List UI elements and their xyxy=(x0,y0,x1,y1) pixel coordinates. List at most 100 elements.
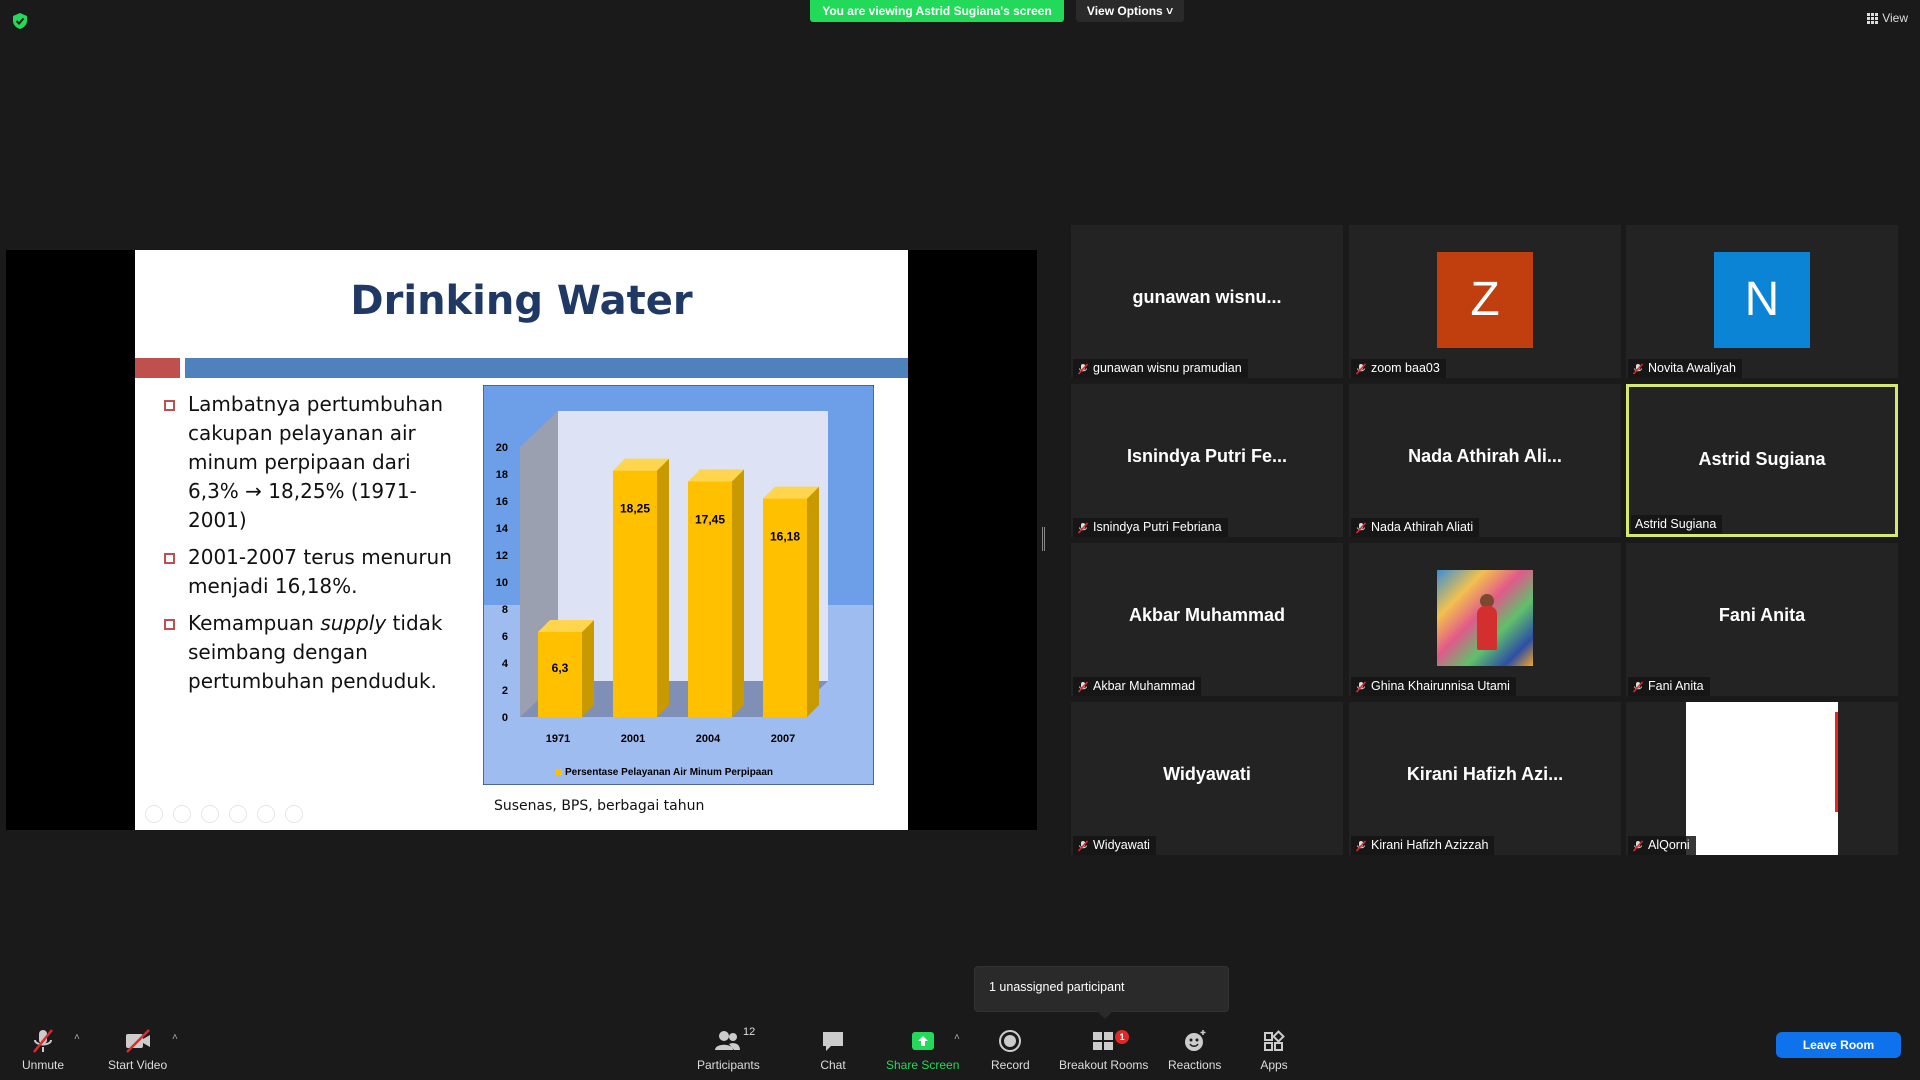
breakout-rooms-label: Breakout Rooms xyxy=(1059,1058,1149,1072)
apps-icon xyxy=(1264,1030,1285,1051)
participant-tile[interactable]: gunawan wisnu... gunawan wisnu pramudian xyxy=(1071,225,1343,378)
participant-name: AlQorni xyxy=(1648,838,1690,852)
participants-button[interactable]: 12 Participants xyxy=(697,1026,760,1072)
mic-muted-icon xyxy=(1077,362,1089,375)
reactions-label: Reactions xyxy=(1168,1058,1222,1072)
security-shield-icon[interactable] xyxy=(12,12,28,30)
participant-tile[interactable]: Ghina Khairunnisa Utami xyxy=(1349,543,1621,696)
panel-splitter[interactable] xyxy=(1042,527,1045,551)
chat-label: Chat xyxy=(820,1058,846,1072)
leave-room-button[interactable]: Leave Room xyxy=(1776,1032,1901,1058)
mic-muted-icon xyxy=(1077,680,1089,693)
participant-display-name: Isnindya Putri Fe... xyxy=(1126,446,1288,466)
participant-name-label: Nada Athirah Aliati xyxy=(1351,518,1480,537)
participant-name: Akbar Muhammad xyxy=(1093,679,1196,693)
more-icon[interactable] xyxy=(285,805,303,823)
mic-muted-icon xyxy=(1355,362,1367,375)
slide-accent-bar xyxy=(135,358,180,378)
participant-tile[interactable]: Zzoom baa03 xyxy=(1349,225,1621,378)
bullet-square-icon xyxy=(164,400,175,411)
participant-tile[interactable]: AlQorni xyxy=(1626,702,1898,855)
participant-name-label: Akbar Muhammad xyxy=(1073,677,1202,696)
participant-name-label: zoom baa03 xyxy=(1351,359,1446,378)
audio-options-caret[interactable]: ˄ xyxy=(74,1032,80,1043)
participant-name: Isnindya Putri Febriana xyxy=(1093,520,1222,534)
bar-chart: 0 2 4 6 8 10 12 14 16 18 20 6,3 1971 18,25 2001 17,45 20… xyxy=(483,385,874,785)
participant-avatar: N xyxy=(1714,252,1810,348)
mic-muted-icon xyxy=(1077,521,1089,534)
view-layout-button[interactable]: View xyxy=(1867,11,1908,25)
share-screen-icon xyxy=(911,1032,934,1050)
legend-swatch xyxy=(556,769,562,775)
apps-label: Apps xyxy=(1260,1058,1288,1072)
record-button[interactable]: Record xyxy=(991,1028,1030,1072)
participant-name: Astrid Sugiana xyxy=(1635,517,1717,531)
prev-slide-icon[interactable] xyxy=(145,805,163,823)
participant-display-name: Astrid Sugiana xyxy=(1698,449,1826,469)
mic-muted-icon xyxy=(1632,839,1644,852)
participant-display-name: Nada Athirah Ali... xyxy=(1408,446,1562,466)
participant-name: Nada Athirah Aliati xyxy=(1371,520,1474,534)
chat-button[interactable]: Chat xyxy=(818,1028,848,1072)
participant-tile[interactable]: Nada Athirah Ali... Nada Athirah Aliati xyxy=(1349,384,1621,537)
mic-muted-icon xyxy=(1632,362,1644,375)
bar-side xyxy=(807,486,819,717)
share-options-caret[interactable]: ˄ xyxy=(954,1032,960,1043)
participant-tile[interactable]: Akbar Muhammad Akbar Muhammad xyxy=(1071,543,1343,696)
unmute-label: Unmute xyxy=(22,1058,65,1072)
participant-name: Novita Awaliyah xyxy=(1648,361,1737,375)
data-label: 18,25 xyxy=(620,502,650,516)
y-tick-label: 12 xyxy=(496,550,508,562)
unmute-button[interactable]: Unmute xyxy=(22,1028,64,1072)
chat-icon xyxy=(823,1032,843,1051)
grid-icon xyxy=(1867,12,1879,24)
participant-tile[interactable]: Fani Anita Fani Anita xyxy=(1626,543,1898,696)
mic-muted-icon xyxy=(1355,839,1367,852)
video-options-caret[interactable]: ˄ xyxy=(172,1032,178,1043)
participant-tile[interactable]: N Novita Awaliyah xyxy=(1626,225,1898,378)
participant-avatar: Z xyxy=(1437,252,1533,348)
slide-bullet-list: Lambatnya pertumbuhan cakupan pelayanan … xyxy=(162,390,462,704)
mic-muted-icon xyxy=(1355,680,1367,693)
video-off-icon xyxy=(125,1029,150,1053)
next-slide-icon[interactable] xyxy=(173,805,191,823)
participant-name-label: Fani Anita xyxy=(1628,677,1710,696)
zoom-icon[interactable] xyxy=(257,805,275,823)
participant-tile[interactable]: Kirani Hafizh Azi... Kirani Hafizh Azizza… xyxy=(1349,702,1621,855)
x-tick-label: 2004 xyxy=(696,733,721,745)
y-tick-label: 14 xyxy=(496,523,509,535)
view-options-button[interactable]: View Options ˅ xyxy=(1076,0,1184,22)
data-label: 6,3 xyxy=(552,661,569,675)
breakout-rooms-button[interactable]: 1 Breakout Rooms xyxy=(1059,1028,1148,1072)
breakout-badge: 1 xyxy=(1115,1030,1129,1044)
slides-icon[interactable] xyxy=(229,805,247,823)
participant-tile[interactable]: Astrid Sugiana Astrid Sugiana xyxy=(1626,384,1898,537)
participant-video xyxy=(1686,702,1838,855)
slide-source: Susenas, BPS, berbagai tahun xyxy=(494,798,705,814)
pen-icon[interactable] xyxy=(201,805,219,823)
y-tick-label: 20 xyxy=(496,442,508,454)
data-label: 17,45 xyxy=(695,512,725,526)
share-screen-button[interactable]: Share Screen xyxy=(886,1028,959,1072)
presentation-slide: Drinking Water Lambatnya pertumbuhan cak… xyxy=(135,250,908,830)
apps-button[interactable]: Apps xyxy=(1259,1028,1289,1072)
participant-name-label: gunawan wisnu pramudian xyxy=(1073,359,1248,378)
y-tick-label: 6 xyxy=(502,631,508,643)
participant-display-name: Fani Anita xyxy=(1718,605,1806,625)
start-video-button[interactable]: Start Video xyxy=(108,1028,167,1072)
participant-tile[interactable]: Widyawati Widyawati xyxy=(1071,702,1343,855)
bullet-text-emphasis: supply xyxy=(320,611,387,635)
meeting-toolbar: Unmute ˄ Start Video ˄ 12 Participants C… xyxy=(0,1020,1920,1080)
participant-photo xyxy=(1437,570,1533,666)
mic-muted-icon xyxy=(1355,521,1367,534)
y-tick-label: 0 xyxy=(502,712,508,724)
slide-title: Drinking Water xyxy=(350,278,693,324)
bar-side xyxy=(657,458,669,717)
legend-label: Persentase Pelayanan Air Minum Perpipaan xyxy=(565,767,773,778)
participant-tile[interactable]: Isnindya Putri Fe... Isnindya Putri Febri… xyxy=(1071,384,1343,537)
reactions-button[interactable]: Reactions xyxy=(1168,1028,1221,1072)
participant-name: zoom baa03 xyxy=(1371,361,1440,375)
participant-name-label: Astrid Sugiana xyxy=(1631,515,1723,534)
participant-name-label: Kirani Hafizh Azizzah xyxy=(1351,836,1495,855)
slide-nav-controls[interactable] xyxy=(145,805,303,823)
